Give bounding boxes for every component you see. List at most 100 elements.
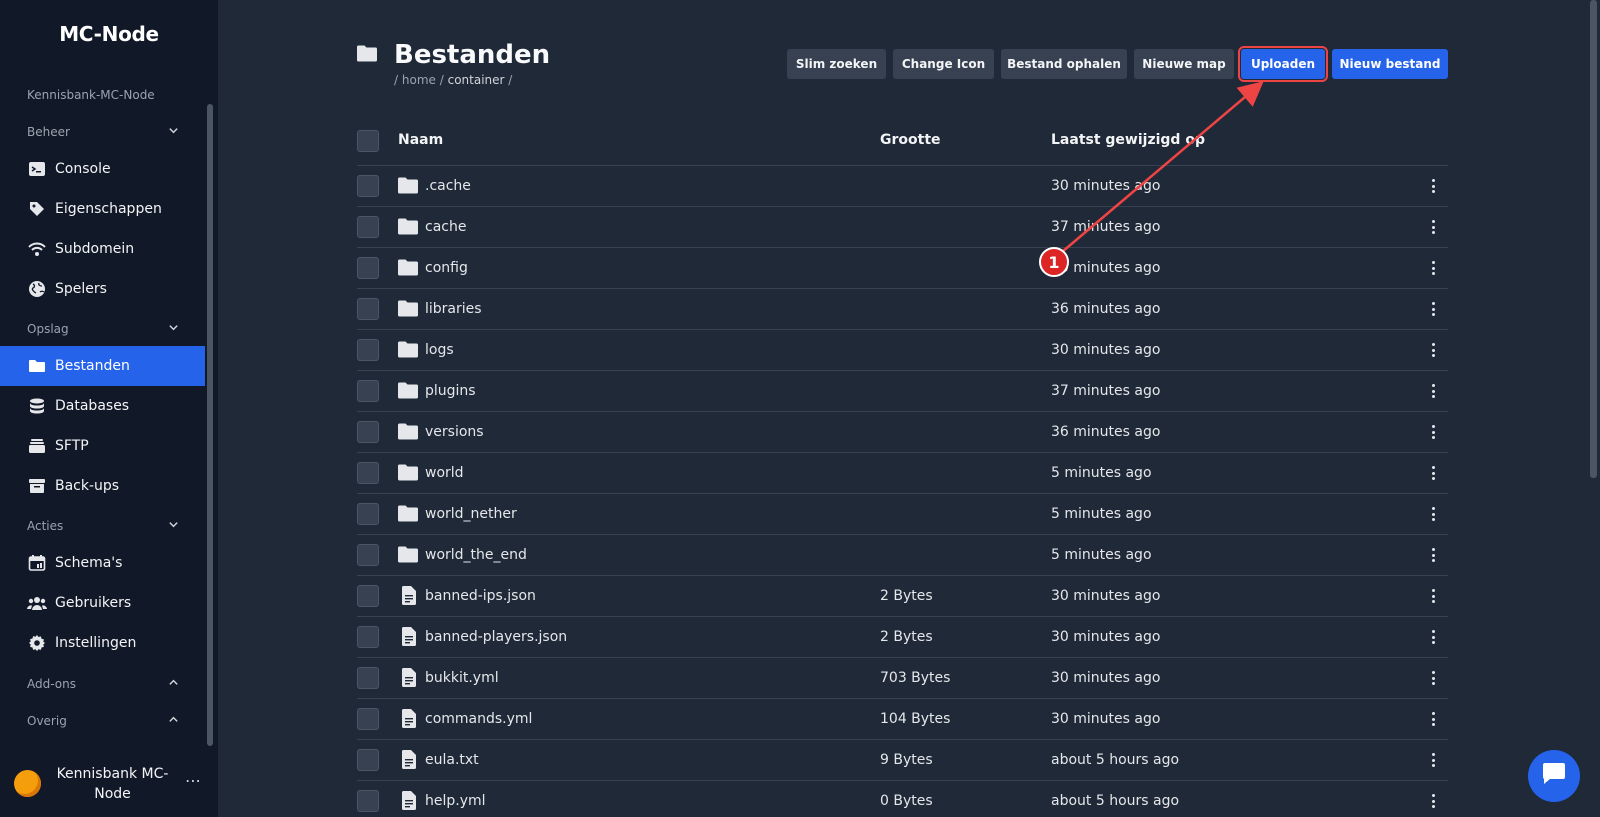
row-checkbox[interactable] — [357, 462, 379, 484]
table-row[interactable]: world 5 minutes ago — [357, 453, 1448, 494]
more-vertical-icon[interactable] — [1427, 586, 1439, 606]
more-vertical-icon[interactable] — [1427, 668, 1439, 688]
table-row[interactable]: world_the_end 5 minutes ago — [357, 535, 1448, 576]
file-name[interactable]: help.yml — [425, 793, 486, 809]
row-checkbox[interactable] — [357, 216, 379, 238]
sidebar-scrollbar[interactable] — [207, 104, 213, 746]
file-name[interactable]: logs — [425, 342, 454, 358]
table-row[interactable]: cache 37 minutes ago — [357, 207, 1448, 248]
table-row[interactable]: libraries 36 minutes ago — [357, 289, 1448, 330]
table-row[interactable]: eula.txt 9 Bytes about 5 hours ago — [357, 740, 1448, 781]
file-name[interactable]: bukkit.yml — [425, 670, 499, 686]
row-checkbox[interactable] — [357, 298, 379, 320]
table-row[interactable]: .cache 30 minutes ago — [357, 166, 1448, 207]
more-vertical-icon[interactable] — [1427, 627, 1439, 647]
more-icon[interactable]: ⋯ — [185, 771, 201, 790]
new-folder-button[interactable]: Nieuwe map — [1134, 49, 1234, 79]
chat-button[interactable] — [1528, 750, 1580, 802]
breadcrumb-container[interactable]: container — [448, 73, 505, 87]
column-modified[interactable]: Laatst gewijzigd op — [1051, 132, 1205, 148]
more-vertical-icon[interactable] — [1427, 791, 1439, 811]
section-acties[interactable]: Acties — [27, 519, 179, 533]
brand-logo[interactable]: MC-Node — [0, 22, 218, 46]
row-checkbox[interactable] — [357, 626, 379, 648]
file-name[interactable]: banned-ips.json — [425, 588, 536, 604]
file-name[interactable]: world — [425, 465, 464, 481]
section-add-ons[interactable]: Add-ons — [27, 677, 179, 691]
row-checkbox[interactable] — [357, 421, 379, 443]
row-checkbox[interactable] — [357, 175, 379, 197]
sidebar-item-instellingen[interactable]: Instellingen — [0, 623, 205, 663]
more-vertical-icon[interactable] — [1427, 340, 1439, 360]
row-checkbox[interactable] — [357, 790, 379, 812]
file-name[interactable]: config — [425, 260, 468, 276]
main-scrollbar[interactable] — [1590, 0, 1597, 478]
sidebar-item-subdomein[interactable]: Subdomein — [0, 229, 205, 269]
table-row[interactable]: bukkit.yml 703 Bytes 30 minutes ago — [357, 658, 1448, 699]
section-beheer[interactable]: Beheer — [27, 125, 179, 139]
sidebar-item-databases[interactable]: Databases — [0, 386, 205, 426]
row-checkbox[interactable] — [357, 380, 379, 402]
file-name[interactable]: world_the_end — [425, 547, 527, 563]
file-name[interactable]: .cache — [425, 178, 471, 194]
file-name[interactable]: plugins — [425, 383, 476, 399]
table-row[interactable]: logs 30 minutes ago — [357, 330, 1448, 371]
more-vertical-icon[interactable] — [1427, 217, 1439, 237]
more-vertical-icon[interactable] — [1427, 381, 1439, 401]
column-name[interactable]: Naam — [398, 132, 443, 148]
chat-icon — [1541, 762, 1567, 790]
table-row[interactable]: config 30 minutes ago — [357, 248, 1448, 289]
row-checkbox[interactable] — [357, 339, 379, 361]
table-row[interactable]: help.yml 0 Bytes about 5 hours ago — [357, 781, 1448, 817]
change-icon-button[interactable]: Change Icon — [893, 49, 994, 79]
sidebar-item-spelers[interactable]: Spelers — [0, 269, 205, 309]
table-row[interactable]: banned-ips.json 2 Bytes 30 minutes ago — [357, 576, 1448, 617]
row-checkbox[interactable] — [357, 667, 379, 689]
sidebar-item-sftp[interactable]: SFTP — [0, 426, 205, 466]
file-name[interactable]: eula.txt — [425, 752, 479, 768]
table-row[interactable]: versions 36 minutes ago — [357, 412, 1448, 453]
more-vertical-icon[interactable] — [1427, 299, 1439, 319]
breadcrumb-home[interactable]: home — [402, 73, 436, 87]
row-checkbox[interactable] — [357, 544, 379, 566]
section-opslag[interactable]: Opslag — [27, 322, 179, 336]
file-name[interactable]: world_nether — [425, 506, 517, 522]
sidebar-item-console[interactable]: Console — [0, 149, 205, 189]
sidebar-item-schemas[interactable]: Schema's — [0, 543, 205, 583]
more-vertical-icon[interactable] — [1427, 422, 1439, 442]
row-checkbox[interactable] — [357, 585, 379, 607]
more-vertical-icon[interactable] — [1427, 504, 1439, 524]
more-vertical-icon[interactable] — [1427, 709, 1439, 729]
file-name[interactable]: banned-players.json — [425, 629, 567, 645]
file-name[interactable]: versions — [425, 424, 484, 440]
more-vertical-icon[interactable] — [1427, 463, 1439, 483]
row-checkbox[interactable] — [357, 503, 379, 525]
table-row[interactable]: banned-players.json 2 Bytes 30 minutes ago — [357, 617, 1448, 658]
more-vertical-icon[interactable] — [1427, 258, 1439, 278]
sidebar-item-gebruikers[interactable]: Gebruikers — [0, 583, 205, 623]
more-vertical-icon[interactable] — [1427, 176, 1439, 196]
new-file-button[interactable]: Nieuw bestand — [1332, 49, 1448, 79]
row-checkbox[interactable] — [357, 708, 379, 730]
file-name[interactable]: libraries — [425, 301, 482, 317]
sidebar-item-back-ups[interactable]: Back-ups — [0, 466, 205, 506]
breadcrumb: / home / container / — [394, 73, 512, 87]
sidebar-item-eigenschappen[interactable]: Eigenschappen — [0, 189, 205, 229]
row-checkbox[interactable] — [357, 257, 379, 279]
file-name[interactable]: commands.yml — [425, 711, 532, 727]
more-vertical-icon[interactable] — [1427, 545, 1439, 565]
section-overig[interactable]: Overig — [27, 714, 179, 728]
user-menu[interactable]: Kennisbank MC-Node ⋯ — [0, 758, 218, 808]
table-row[interactable]: plugins 37 minutes ago — [357, 371, 1448, 412]
row-checkbox[interactable] — [357, 749, 379, 771]
select-all-checkbox[interactable] — [357, 130, 379, 152]
file-name[interactable]: cache — [425, 219, 466, 235]
more-vertical-icon[interactable] — [1427, 750, 1439, 770]
sidebar-item-bestanden[interactable]: Bestanden — [0, 346, 205, 386]
column-size[interactable]: Grootte — [880, 132, 941, 148]
table-row[interactable]: world_nether 5 minutes ago — [357, 494, 1448, 535]
table-row[interactable]: commands.yml 104 Bytes 30 minutes ago — [357, 699, 1448, 740]
upload-button[interactable]: Uploaden — [1238, 46, 1328, 82]
smart-search-button[interactable]: Slim zoeken — [787, 49, 886, 79]
fetch-file-button[interactable]: Bestand ophalen — [1001, 49, 1127, 79]
